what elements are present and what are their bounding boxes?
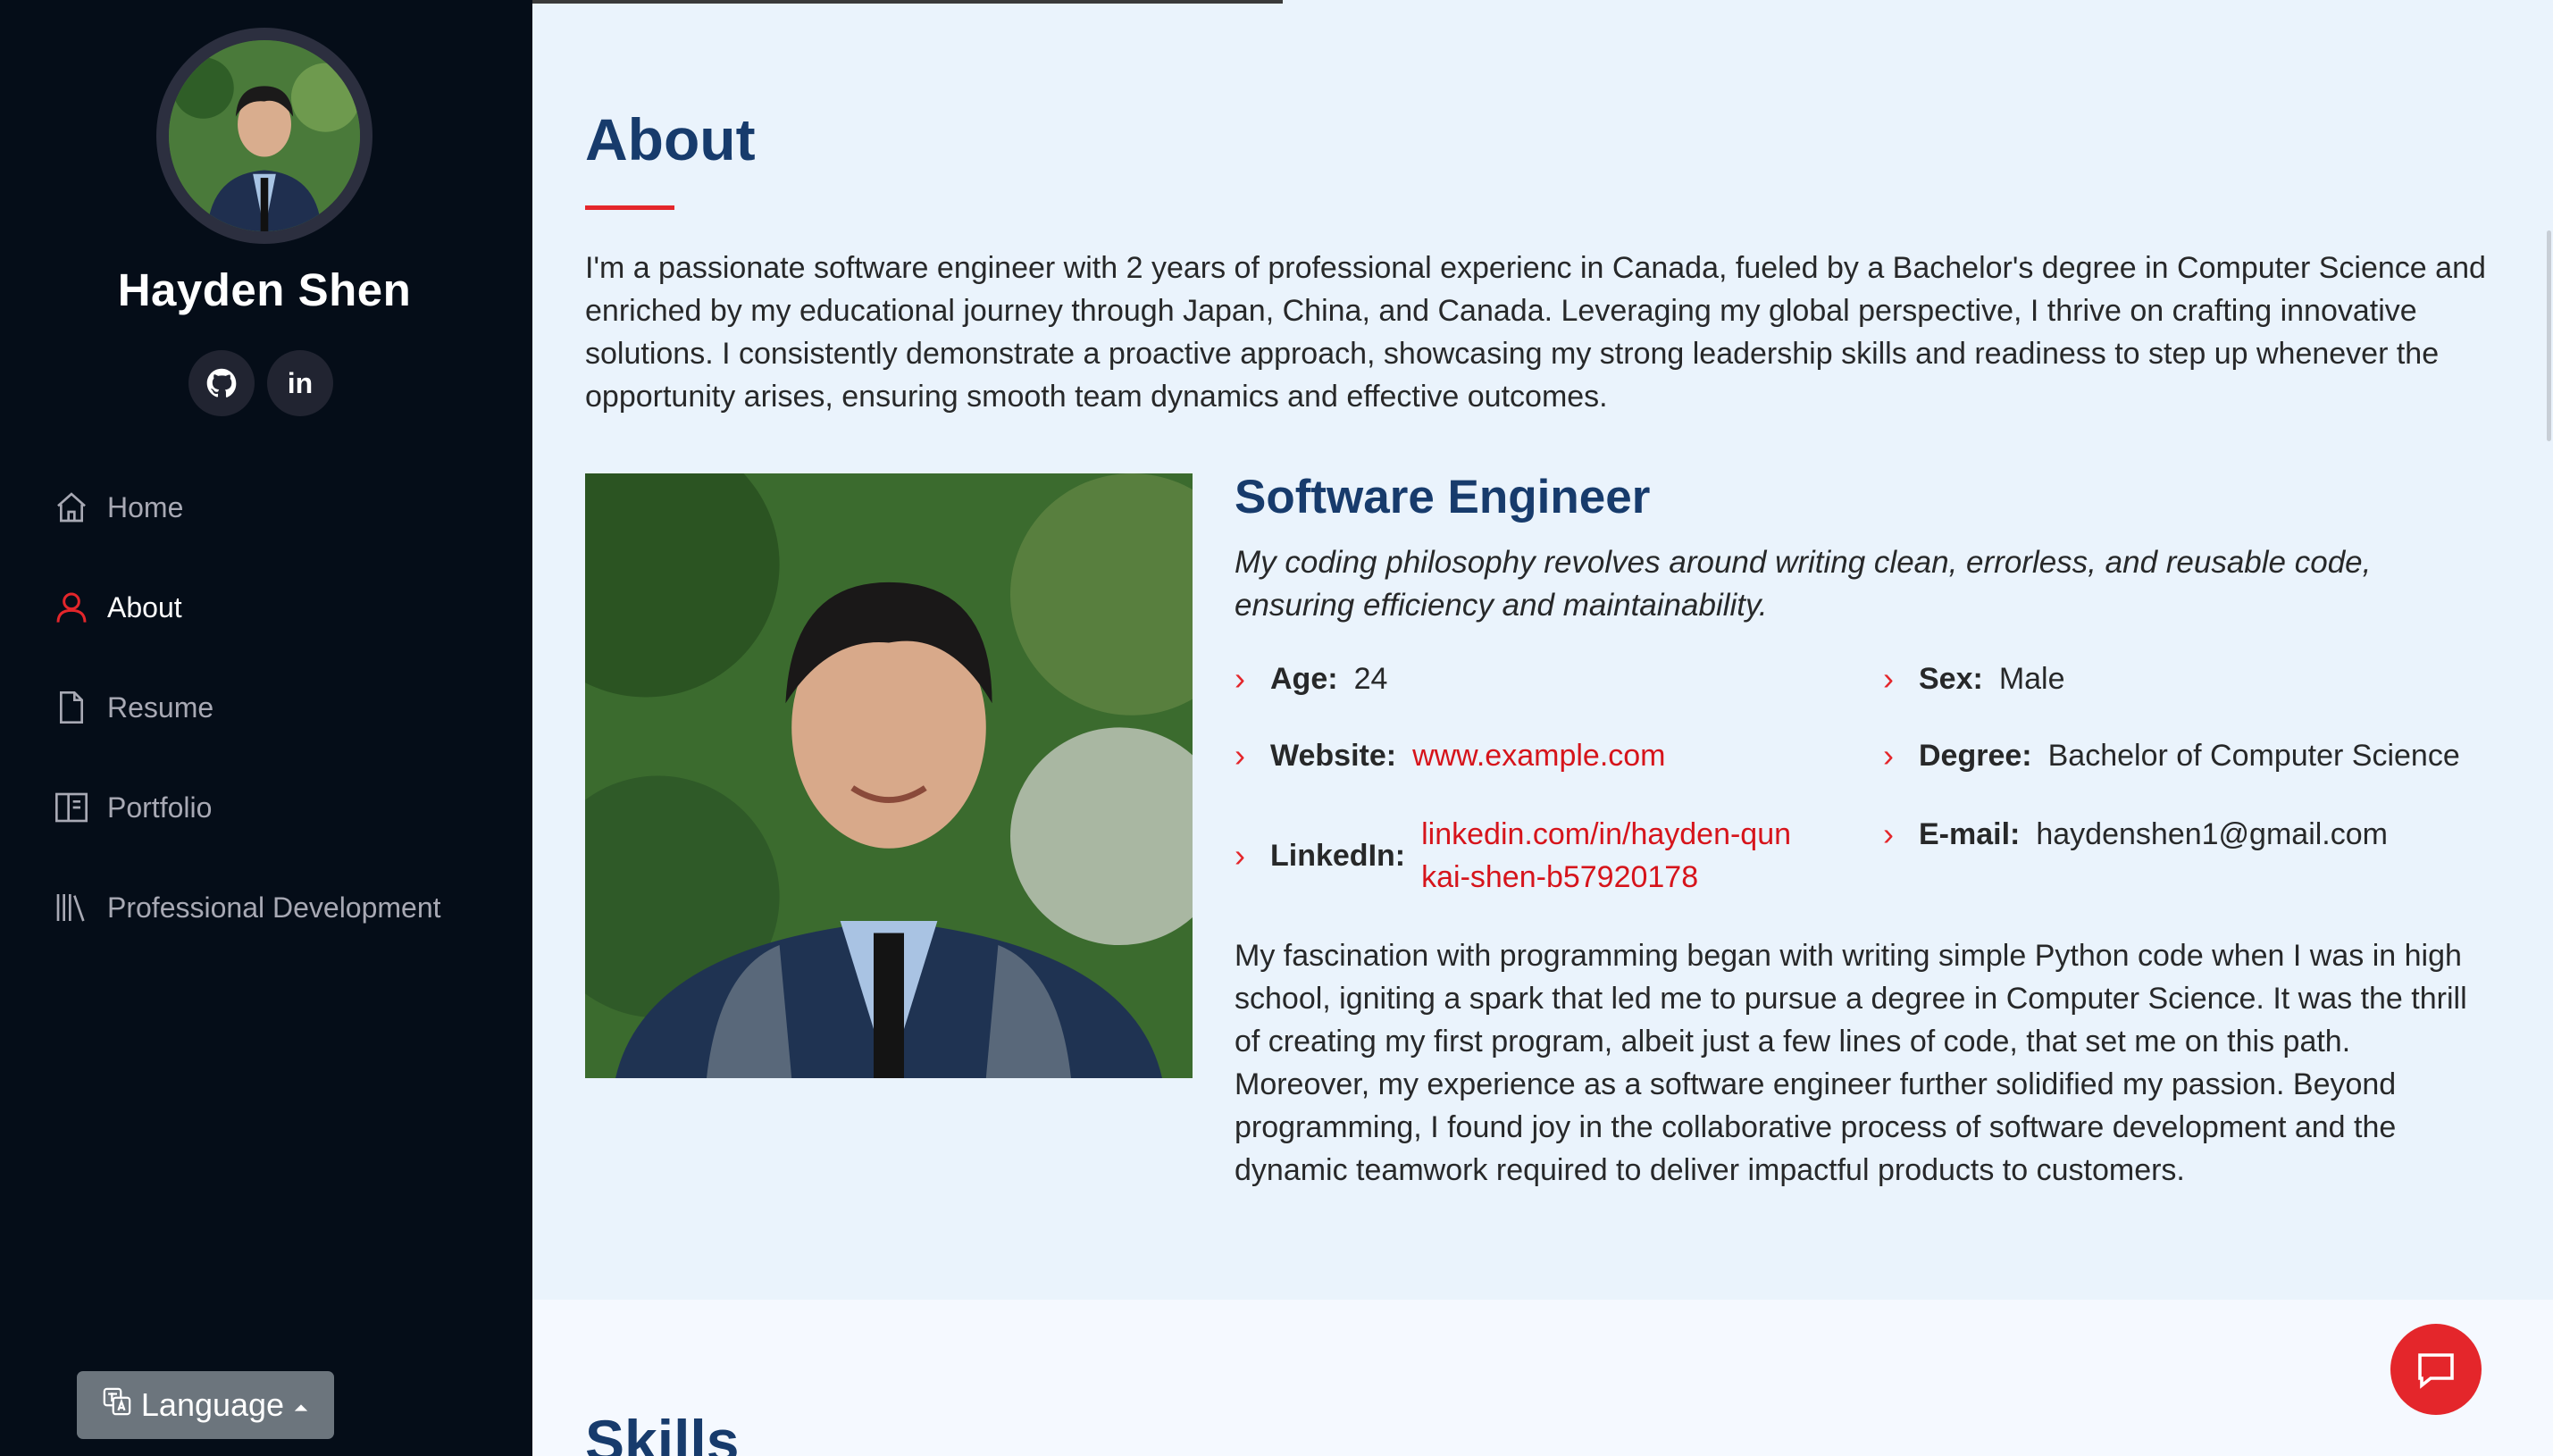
person-icon [52,588,91,627]
section-title-about: About [585,106,756,172]
website-link[interactable]: www.example.com [1412,734,1665,777]
info-linkedin: › LinkedIn: linkedin.com/in/hayden-qunka… [1235,813,1796,899]
info-value-email: haydenshen1@gmail.com [2036,817,2388,851]
language-button[interactable]: Language [77,1371,334,1439]
nav-label-professional-development: Professional Development [107,891,441,924]
main-content: About I'm a passionate software engineer… [532,0,2553,1456]
info-label-age: Age: [1270,662,1338,696]
sidebar: Hayden Shen in Home About Resume Portfol… [0,0,532,1456]
nav-item-professional-development[interactable]: Professional Development [52,881,441,934]
about-intro: I'm a passionate software engineer with … [585,251,2486,414]
info-label-sex: Sex: [1919,662,1983,696]
language-label: Language [140,1386,285,1423]
info-label-linkedin: LinkedIn: [1270,839,1406,873]
about-story: My fascination with programming began wi… [1235,939,2467,1187]
portfolio-icon [52,788,91,827]
linkedin-profile-link[interactable]: linkedin.com/in/hayden-qunkai-shen-b5792… [1421,813,1796,899]
info-website: › Website: www.example.com [1235,734,1666,777]
nav-item-home[interactable]: Home [52,481,183,534]
info-email: › E-mail: haydenshen1@gmail.com [1883,813,2388,856]
info-label-email: E-mail: [1919,817,2021,851]
home-icon [52,488,91,527]
github-icon [206,368,237,397]
nav-label-resume: Resume [107,690,214,724]
info-sex: › Sex: Male [1883,657,2065,700]
chevron-right-icon: › [1883,816,1894,852]
nav-item-resume[interactable]: Resume [52,681,213,734]
chat-icon [2418,1353,2454,1389]
nav-label-about: About [107,590,182,623]
nav-label-home: Home [107,490,184,523]
info-label-degree: Degree: [1919,739,2032,773]
nav-item-about[interactable]: About [52,581,182,634]
linkedin-link[interactable]: in [267,350,333,416]
info-label-website: Website: [1270,739,1397,773]
scrollbar[interactable] [2547,230,2551,441]
role-title: Software Engineer [1235,471,1651,523]
coding-philosophy: My coding philosophy revolves around wri… [1235,545,2372,623]
avatar [156,28,372,244]
top-divider [532,0,1283,4]
caret-up-icon [293,1386,309,1424]
chevron-right-icon: › [1235,660,1245,697]
translate-icon [102,1386,132,1425]
info-value-degree: Bachelor of Computer Science [2047,739,2460,773]
chat-button[interactable] [2390,1324,2482,1415]
info-age: › Age: 24 [1235,657,1387,700]
chevron-right-icon: › [1883,737,1894,774]
title-underline [585,205,674,210]
info-degree: › Degree: Bachelor of Computer Science [1883,734,2460,777]
nav-label-portfolio: Portfolio [107,791,213,824]
chevron-right-icon: › [1883,660,1894,697]
profile-photo [585,473,1193,1078]
section-title-skills: Skills [585,1408,740,1456]
skills-section: Skills [532,1300,2553,1456]
info-value-sex: Male [1998,662,2065,696]
linkedin-icon: in [287,366,314,399]
github-link[interactable] [188,350,255,416]
profile-name: Hayden Shen [117,264,412,315]
books-icon [52,888,91,927]
info-value-age: 24 [1353,662,1388,696]
document-icon [52,688,91,727]
chevron-right-icon: › [1235,837,1245,874]
nav-item-portfolio[interactable]: Portfolio [52,781,212,834]
chevron-right-icon: › [1235,737,1245,774]
